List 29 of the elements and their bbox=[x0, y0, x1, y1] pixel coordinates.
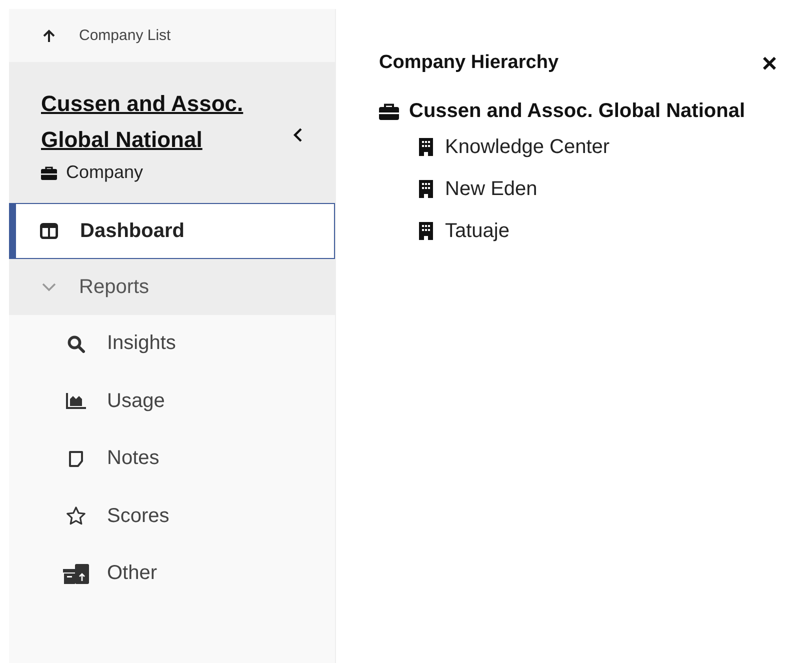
up-arrow-icon bbox=[41, 28, 57, 44]
briefcase-icon bbox=[41, 166, 57, 180]
archive-icon bbox=[63, 564, 89, 584]
briefcase-icon bbox=[379, 102, 399, 120]
company-type: Company bbox=[66, 162, 144, 183]
tree-item[interactable]: Cussen and Assoc. Global National bbox=[379, 96, 781, 126]
report-nav-item[interactable]: Insights bbox=[9, 315, 335, 372]
tree-item[interactable]: New Eden bbox=[379, 168, 781, 210]
dashboard-nav-item[interactable]: Dashboard bbox=[9, 203, 335, 259]
reports-group[interactable]: Reports bbox=[9, 259, 335, 315]
area-chart-icon bbox=[66, 393, 86, 410]
report-nav-item[interactable]: Other bbox=[9, 545, 335, 602]
tree-item[interactable]: Tatuaje bbox=[379, 210, 781, 252]
search-icon bbox=[67, 334, 85, 353]
note-icon bbox=[68, 450, 84, 467]
chevron-left-icon bbox=[293, 126, 303, 142]
report-nav-item[interactable]: Usage bbox=[9, 372, 335, 430]
close-button[interactable]: × bbox=[758, 50, 781, 76]
columns-icon bbox=[40, 223, 58, 239]
building-icon bbox=[419, 222, 433, 240]
building-icon bbox=[419, 180, 433, 198]
panel-title: Company Hierarchy bbox=[379, 52, 559, 74]
report-nav-item[interactable]: Scores bbox=[9, 488, 335, 545]
report-nav-item[interactable]: Notes bbox=[9, 430, 335, 488]
company-name-link[interactable]: Cussen and Assoc. Global National bbox=[41, 86, 289, 158]
tree-item[interactable]: Knowledge Center bbox=[379, 126, 781, 168]
chevron-down-icon bbox=[41, 282, 57, 292]
star-icon bbox=[66, 506, 86, 526]
building-icon bbox=[419, 138, 433, 156]
